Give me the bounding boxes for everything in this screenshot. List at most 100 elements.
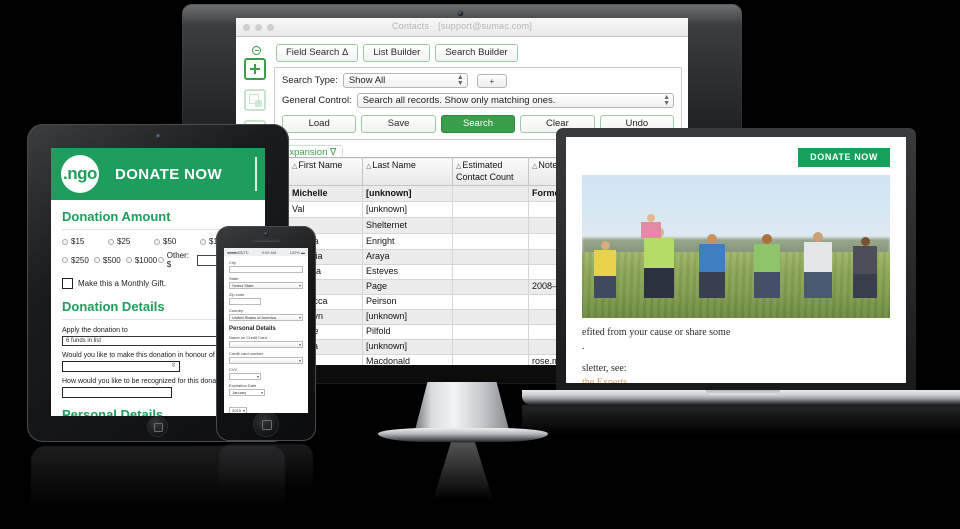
amount-option[interactable]: $500 bbox=[93, 251, 126, 269]
expiry-row: January ▾ bbox=[229, 389, 303, 396]
phone-device: ●●●●● AT&T ↻ 9:09 AM 100% ▬ City State Sel… bbox=[216, 226, 316, 502]
add-contact-icon[interactable] bbox=[244, 89, 266, 111]
child-figure bbox=[594, 240, 617, 298]
cell-last-name: [unknown] bbox=[362, 201, 453, 218]
phone-section-personal: Personal Details bbox=[229, 326, 276, 332]
window-title: Contacts [support@sumac.com] bbox=[236, 21, 688, 31]
chevron-down-icon: ▾ bbox=[298, 342, 301, 347]
donate-now-button[interactable]: DONATE NOW bbox=[798, 148, 890, 167]
status-carrier: ●●●●● AT&T ↻ bbox=[227, 249, 249, 255]
expiry-year-value: 2015 bbox=[232, 408, 241, 413]
phone-field-input[interactable]: Select State ▾ bbox=[229, 282, 303, 289]
amount-option[interactable]: $25 bbox=[108, 237, 154, 246]
search-type-select[interactable]: Show All ▲ ▼ bbox=[342, 73, 468, 88]
collapse-icon[interactable] bbox=[252, 46, 261, 55]
phone-address-fields: City State Select State ▾ Zip code Country Uni… bbox=[229, 260, 303, 321]
radio-icon[interactable] bbox=[62, 238, 68, 245]
general-control-select[interactable]: Search all records. Show only matching o… bbox=[356, 93, 674, 108]
phone-personal-fields: Name on Credit Card ▾ Credit card number ▾ bbox=[229, 335, 303, 364]
tab-list-builder[interactable]: List Builder bbox=[363, 44, 431, 62]
chevron-down-icon: ▾ bbox=[260, 390, 263, 395]
radio-icon[interactable] bbox=[62, 257, 68, 263]
amount-option[interactable]: $250 bbox=[62, 251, 94, 269]
expiry-year-select[interactable]: 2015 ▾ bbox=[229, 407, 247, 413]
cell-last-name: Page bbox=[362, 279, 453, 295]
search-type-value: Show All bbox=[348, 75, 386, 86]
cell-last-name: Shelternet bbox=[362, 217, 453, 234]
col-first-name[interactable]: △First Name bbox=[288, 157, 363, 186]
add-criteria-button[interactable]: + bbox=[476, 73, 507, 88]
cell-first-name: Michelle bbox=[288, 185, 363, 202]
donation-banner: .ngo DONATE NOW bbox=[51, 148, 265, 200]
radio-icon[interactable] bbox=[154, 238, 160, 245]
radio-icon[interactable] bbox=[108, 238, 114, 245]
status-time: 9:09 AM bbox=[261, 249, 277, 255]
amount-label: $250 bbox=[71, 255, 89, 265]
phone-field-input[interactable] bbox=[229, 298, 261, 305]
phone-donation-form: City State Select State ▾ Zip code Country Uni… bbox=[224, 256, 308, 413]
amount-option[interactable]: $15 bbox=[62, 237, 108, 246]
col-last-name[interactable]: △Last Name bbox=[362, 157, 453, 186]
other-amount-label: Other: $ bbox=[166, 251, 189, 269]
cell-estimated-contact-count bbox=[452, 264, 529, 280]
phone-home-button[interactable] bbox=[254, 412, 278, 436]
body-line-1: efited from your cause or share some bbox=[582, 327, 731, 338]
amount-label: $1000 bbox=[134, 255, 158, 265]
hero-grass bbox=[582, 252, 890, 318]
recognize-input[interactable] bbox=[62, 387, 172, 398]
phone-field-label: City bbox=[229, 260, 236, 265]
child-figure bbox=[640, 213, 661, 238]
general-control-row: General Control: Search all records. Sho… bbox=[282, 93, 674, 108]
radio-icon[interactable] bbox=[200, 238, 206, 245]
showcase-stage: Contacts [support@sumac.com] Field Search… bbox=[0, 0, 960, 529]
tablet-camera-icon bbox=[156, 134, 161, 139]
window-titlebar: Contacts [support@sumac.com] bbox=[236, 18, 688, 37]
experts-link[interactable]: the Experts bbox=[582, 377, 627, 383]
amount-option[interactable]: $1000 bbox=[125, 251, 158, 269]
honour-input[interactable]: ⇳ bbox=[62, 361, 180, 372]
body-line-2: . bbox=[582, 341, 585, 352]
sort-icon: △ bbox=[292, 163, 298, 170]
phone-field-label: Zip code bbox=[229, 292, 245, 297]
radio-icon[interactable] bbox=[157, 257, 164, 263]
newsletter-block: sletter, see: the Experts bbox=[582, 362, 890, 383]
radio-icon[interactable] bbox=[93, 257, 100, 263]
laptop-notch bbox=[706, 390, 780, 395]
cell-estimated-contact-count bbox=[452, 201, 529, 218]
status-battery: 100% ▬ bbox=[289, 249, 305, 255]
phone-field-input[interactable] bbox=[229, 266, 303, 273]
monitor-stand-neck bbox=[414, 382, 510, 434]
monitor-reflection bbox=[433, 442, 493, 500]
sort-icon: △ bbox=[532, 163, 538, 170]
tab-field-search[interactable]: Field Search Δ bbox=[276, 44, 359, 62]
cell-estimated-contact-count bbox=[452, 233, 529, 250]
phone-camera-icon bbox=[264, 232, 268, 236]
col-estimated-contact-count[interactable]: △Estimated Contact Count bbox=[452, 157, 529, 186]
cell-last-name: Pilfold bbox=[362, 324, 453, 340]
col-label: Estimated Contact Count bbox=[456, 160, 514, 182]
phone-reflection bbox=[219, 444, 313, 502]
load-button[interactable]: Load bbox=[281, 115, 357, 133]
phone-field-label: Credit card number bbox=[229, 351, 264, 356]
tablet-home-button[interactable] bbox=[148, 417, 167, 436]
col-label: First Name bbox=[298, 160, 343, 170]
cvv-input[interactable]: ▾ bbox=[229, 373, 261, 380]
page-body-text: efited from your cause or share some . bbox=[582, 326, 890, 354]
monthly-gift-checkbox[interactable] bbox=[62, 278, 73, 289]
monthly-gift-label: Make this a Monthly Gift. bbox=[78, 279, 167, 288]
tab-search-builder[interactable]: Search Builder bbox=[435, 44, 518, 62]
expiry-month-select[interactable]: January ▾ bbox=[229, 389, 265, 396]
phone-field-input[interactable]: ▾ bbox=[229, 341, 303, 348]
phone-field-value: Select State bbox=[232, 283, 254, 288]
amount-option[interactable]: $50 bbox=[154, 237, 200, 246]
hero-image bbox=[582, 175, 890, 318]
search-button[interactable]: Search bbox=[440, 115, 516, 133]
chevron-down-icon: ▾ bbox=[298, 358, 301, 363]
general-control-value: Search all records. Show only matching o… bbox=[362, 95, 556, 106]
radio-icon[interactable] bbox=[125, 257, 132, 263]
save-button[interactable]: Save bbox=[361, 115, 436, 133]
banner-divider bbox=[255, 157, 257, 191]
phone-field-input[interactable]: United States of America ▾ bbox=[229, 314, 303, 321]
add-record-icon[interactable] bbox=[244, 58, 266, 80]
phone-field-input[interactable]: ▾ bbox=[229, 357, 303, 364]
